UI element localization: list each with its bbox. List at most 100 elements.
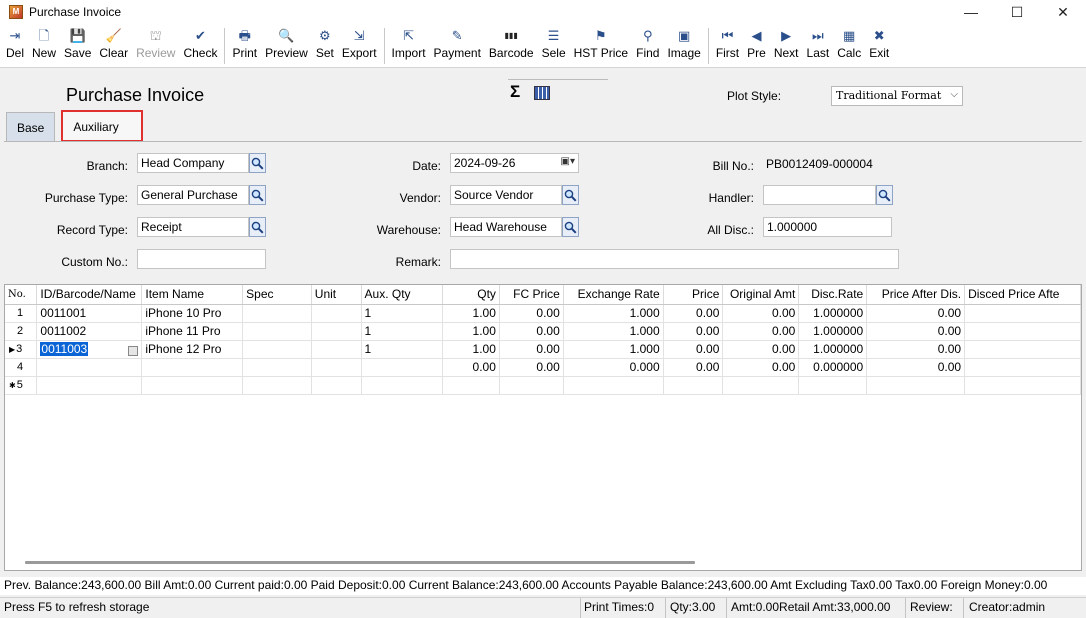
print-button[interactable]: 🖶 Print	[228, 24, 261, 66]
horizontal-scrollbar[interactable]	[25, 561, 695, 564]
first-button[interactable]: ⏮ First	[712, 24, 743, 66]
column-header[interactable]: Aux. Qty	[361, 285, 444, 305]
calendar-dropdown-icon[interactable]: ▣▾	[561, 156, 575, 167]
cell-fc[interactable]	[499, 376, 564, 395]
cell-orig[interactable]: 0.00	[722, 322, 800, 341]
find-button[interactable]: ⚲ Find	[632, 24, 663, 66]
cell-qty[interactable]: 1.00	[442, 304, 500, 323]
column-header[interactable]: ID/Barcode/Name	[36, 285, 143, 305]
sum-icon[interactable]: Σ	[510, 82, 520, 102]
tab-auxiliary[interactable]: Auxiliary	[61, 110, 144, 142]
cell-discd[interactable]	[964, 304, 1081, 323]
cell-id[interactable]	[36, 376, 143, 395]
cell-id[interactable]: 0011003	[36, 340, 143, 359]
maximize-button[interactable]: ☐	[994, 0, 1040, 24]
cell-qty[interactable]: 0.00	[442, 358, 500, 377]
cell-fc[interactable]: 0.00	[499, 340, 564, 359]
cell-after[interactable]	[866, 376, 966, 395]
column-header[interactable]: FC Price	[499, 285, 564, 305]
calc-button[interactable]: ▦ Calc	[833, 24, 865, 66]
search-icon[interactable]	[562, 185, 579, 205]
cell-discd[interactable]	[964, 358, 1081, 377]
row-number[interactable]: 4	[5, 358, 38, 377]
row-number[interactable]: ✱5	[5, 376, 38, 395]
cell-disc[interactable]: 1.000000	[798, 322, 868, 341]
cell-price[interactable]: 0.00	[663, 304, 724, 323]
cell-id[interactable]	[36, 358, 143, 377]
remark-field[interactable]	[450, 249, 899, 269]
cell-spec[interactable]	[242, 304, 312, 323]
cell-unit[interactable]	[311, 340, 362, 359]
table-row[interactable]: 1 0011001 iPhone 10 Pro 1 1.00 0.00 1.000 0.00 0…	[5, 304, 1081, 323]
cell-spec[interactable]	[242, 376, 312, 395]
search-icon[interactable]	[249, 185, 266, 205]
table-row[interactable]: ✱5	[5, 376, 1081, 395]
cell-disc[interactable]: 0.000000	[798, 358, 868, 377]
table-row[interactable]: ▶3 0011003 iPhone 12 Pro 1 1.00 0.00 1.000 0.00…	[5, 340, 1081, 359]
cell-fc[interactable]: 0.00	[499, 358, 564, 377]
import-button[interactable]: ⇱ Import	[388, 24, 430, 66]
cell-aux[interactable]	[361, 376, 444, 395]
check-button[interactable]: ✔ Check	[179, 24, 221, 66]
cell-lookup-icon[interactable]	[128, 346, 139, 356]
search-icon[interactable]	[249, 153, 266, 173]
cell-rate[interactable]: 0.000	[563, 358, 664, 377]
purchase-type-field[interactable]: General Purchase	[137, 185, 249, 205]
column-header[interactable]: Disc.Rate	[798, 285, 868, 305]
last-button[interactable]: ⏭ Last	[803, 24, 834, 66]
cell-aux[interactable]	[361, 358, 444, 377]
custom-no-field[interactable]	[137, 249, 266, 269]
handler-field[interactable]	[763, 185, 876, 205]
cell-id[interactable]: 0011002	[36, 322, 143, 341]
column-header[interactable]: Price	[663, 285, 724, 305]
cell-price[interactable]: 0.00	[663, 340, 724, 359]
close-button[interactable]: ✕	[1040, 0, 1086, 24]
cell-id[interactable]: 0011001	[36, 304, 143, 323]
date-field[interactable]: 2024-09-26 ▣▾	[450, 153, 579, 173]
cell-disc[interactable]	[798, 376, 868, 395]
cell-unit[interactable]	[311, 304, 362, 323]
tab-base[interactable]: Base	[6, 112, 56, 142]
column-header[interactable]: Exchange Rate	[563, 285, 664, 305]
cell-qty[interactable]: 1.00	[442, 322, 500, 341]
cell-aux[interactable]: 1	[361, 340, 444, 359]
cell-spec[interactable]	[242, 322, 312, 341]
record-type-field[interactable]: Receipt	[137, 217, 249, 237]
row-number[interactable]: 2	[5, 322, 38, 341]
cell-unit[interactable]	[311, 322, 362, 341]
cell-after[interactable]: 0.00	[866, 358, 966, 377]
branch-field[interactable]: Head Company	[137, 153, 249, 173]
row-number[interactable]: ▶3	[5, 340, 38, 359]
column-header[interactable]: Unit	[311, 285, 362, 305]
hst-price-button[interactable]: ⚑ HST Price	[570, 24, 632, 66]
cell-aux[interactable]: 1	[361, 304, 444, 323]
barcode-button[interactable]: ▮▮▮ Barcode	[485, 24, 538, 66]
export-button[interactable]: ⇲ Export	[338, 24, 381, 66]
cell-spec[interactable]	[242, 340, 312, 359]
cell-fc[interactable]: 0.00	[499, 322, 564, 341]
cell-unit[interactable]	[311, 376, 362, 395]
cell-disc[interactable]: 1.000000	[798, 304, 868, 323]
set-button[interactable]: ⚙ Set	[312, 24, 338, 66]
cell-qty[interactable]	[442, 376, 500, 395]
cell-orig[interactable]: 0.00	[722, 304, 800, 323]
cell-name[interactable]: iPhone 10 Pro	[141, 304, 244, 323]
cell-aux[interactable]: 1	[361, 322, 444, 341]
column-header[interactable]: Disced Price Afte	[964, 285, 1081, 305]
cell-rate[interactable]: 1.000	[563, 322, 664, 341]
payment-button[interactable]: ✎ Payment	[430, 24, 485, 66]
all-disc-field[interactable]: 1.000000	[763, 217, 892, 237]
table-row[interactable]: 2 0011002 iPhone 11 Pro 1 1.00 0.00 1.000 0.00 0…	[5, 322, 1081, 341]
cell-rate[interactable]: 1.000	[563, 304, 664, 323]
cell-orig[interactable]: 0.00	[722, 340, 800, 359]
cell-price[interactable]: 0.00	[663, 358, 724, 377]
calendar-grid-icon[interactable]	[534, 86, 550, 100]
search-icon[interactable]	[876, 185, 893, 205]
table-row[interactable]: 4 0.00 0.00 0.000 0.00 0.00 0.000000 0.00	[5, 358, 1081, 377]
new-button[interactable]: 🗋 New	[28, 24, 60, 66]
column-header[interactable]: Qty	[442, 285, 500, 305]
column-header[interactable]: Price After Dis.	[866, 285, 966, 305]
cell-rate[interactable]: 1.000	[563, 340, 664, 359]
del-button[interactable]: ⇥ Del	[2, 24, 28, 66]
cell-name[interactable]: iPhone 12 Pro	[141, 340, 244, 359]
